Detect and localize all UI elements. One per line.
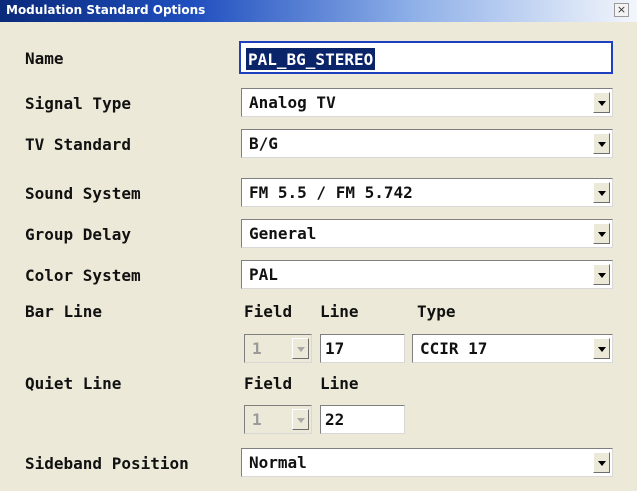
quiet-line-line-input[interactable]: 22 — [320, 405, 405, 434]
bar-line-field-header: Field — [244, 302, 293, 321]
color-system-dropdown[interactable]: PAL — [241, 260, 613, 289]
color-system-value: PAL — [249, 265, 278, 284]
chevron-down-icon[interactable] — [593, 223, 610, 244]
quiet-line-field-dropdown: 1 — [244, 405, 312, 434]
quiet-line-line-value: 22 — [325, 410, 345, 429]
bar-line-line-input[interactable]: 17 — [320, 334, 405, 363]
group-delay-value: General — [249, 224, 317, 243]
modulation-standard-options-dialog: Modulation Standard Options × Name PAL_B… — [0, 0, 637, 491]
chevron-down-icon[interactable] — [593, 452, 610, 473]
bar-line-type-dropdown[interactable]: CCIR 17 — [412, 334, 613, 363]
chevron-down-icon[interactable] — [593, 133, 610, 154]
sound-system-label: Sound System — [25, 184, 141, 203]
chevron-down-icon[interactable] — [593, 338, 610, 359]
bar-line-line-value: 17 — [325, 339, 345, 358]
close-icon: × — [616, 3, 627, 16]
quiet-line-field-header: Field — [244, 374, 293, 393]
sideband-position-dropdown[interactable]: Normal — [241, 448, 613, 477]
bar-line-field-value: 1 — [252, 339, 262, 358]
color-system-label: Color System — [25, 266, 141, 285]
sound-system-value: FM 5.5 / FM 5.742 — [249, 183, 413, 202]
bar-line-type-header: Type — [417, 302, 456, 321]
title-bar[interactable]: Modulation Standard Options × — [0, 0, 637, 22]
name-input[interactable]: PAL_BG_STEREO — [239, 41, 613, 74]
signal-type-dropdown[interactable]: Analog TV — [241, 88, 613, 117]
quiet-line-field-value: 1 — [252, 410, 262, 429]
sideband-position-value: Normal — [249, 453, 307, 472]
quiet-line-line-header: Line — [320, 374, 359, 393]
sideband-position-label: Sideband Position — [25, 454, 189, 473]
signal-type-label: Signal Type — [25, 94, 131, 113]
chevron-down-icon[interactable] — [593, 92, 610, 113]
chevron-down-icon[interactable] — [593, 264, 610, 285]
chevron-down-icon[interactable] — [593, 182, 610, 203]
chevron-down-icon — [292, 338, 309, 359]
tv-standard-label: TV Standard — [25, 135, 131, 154]
quiet-line-label: Quiet Line — [25, 374, 122, 393]
sound-system-dropdown[interactable]: FM 5.5 / FM 5.742 — [241, 178, 613, 207]
window-title: Modulation Standard Options — [6, 3, 206, 17]
bar-line-line-header: Line — [320, 302, 359, 321]
name-label: Name — [25, 49, 64, 68]
group-delay-label: Group Delay — [25, 225, 131, 244]
group-delay-dropdown[interactable]: General — [241, 219, 613, 248]
name-value: PAL_BG_STEREO — [246, 48, 376, 70]
tv-standard-dropdown[interactable]: B/G — [241, 129, 613, 158]
close-button[interactable]: × — [614, 3, 629, 17]
signal-type-value: Analog TV — [249, 93, 336, 112]
bar-line-label: Bar Line — [25, 302, 103, 321]
chevron-down-icon — [292, 409, 309, 430]
bar-line-field-dropdown: 1 — [244, 334, 312, 363]
tv-standard-value: B/G — [249, 134, 278, 153]
bar-line-type-value: CCIR 17 — [420, 339, 488, 358]
